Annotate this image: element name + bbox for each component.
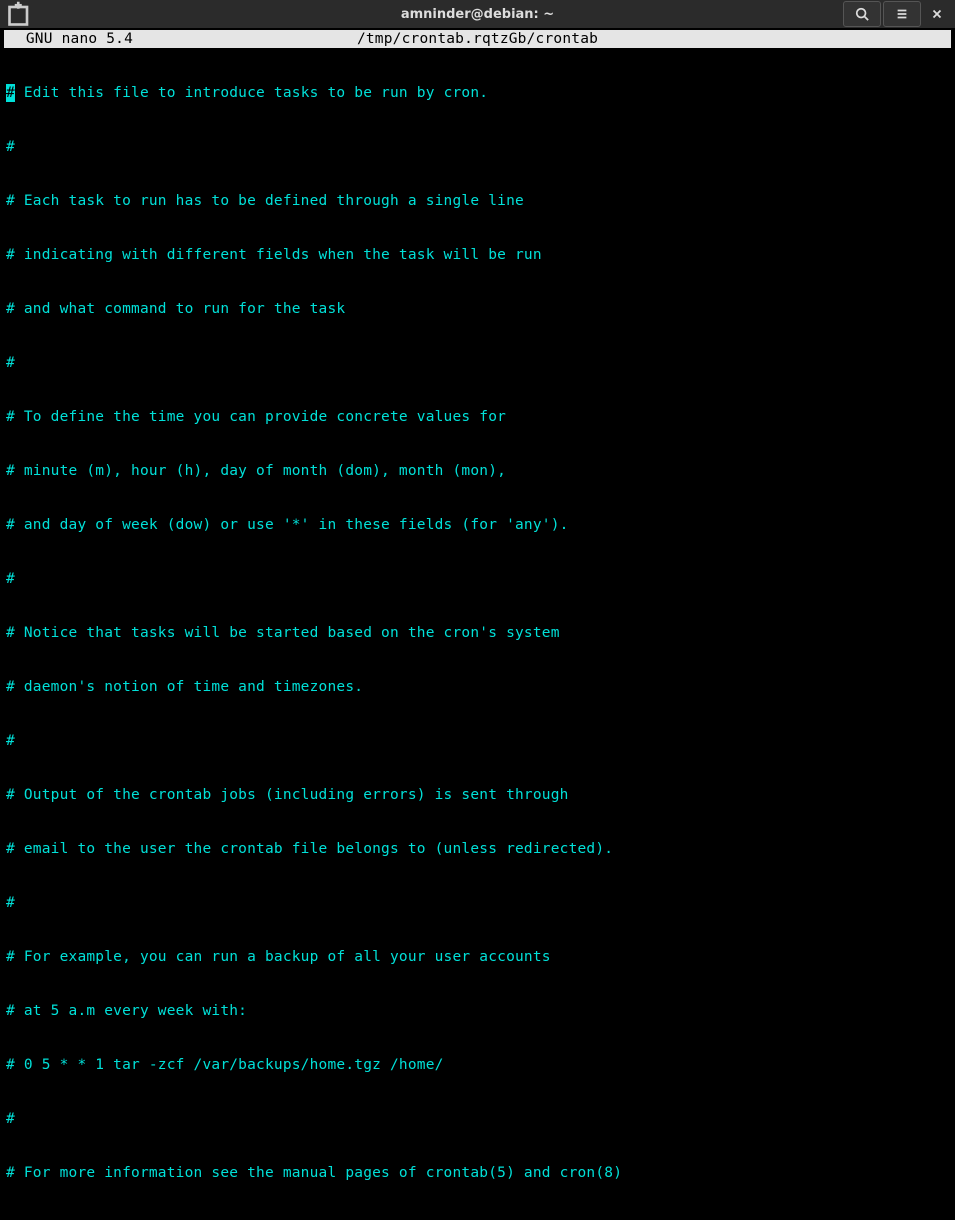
terminal-area[interactable]: GNU nano 5.4 /tmp/crontab.rqtzGb/crontab… bbox=[0, 30, 955, 1220]
editor-line: # To define the time you can provide con… bbox=[6, 408, 953, 426]
editor-line: # bbox=[6, 1110, 953, 1128]
hamburger-icon bbox=[895, 7, 909, 21]
editor-line: # Each task to run has to be defined thr… bbox=[6, 192, 953, 210]
editor-content[interactable]: # Edit this file to introduce tasks to b… bbox=[2, 48, 953, 1220]
editor-line: # bbox=[6, 138, 953, 156]
close-button[interactable] bbox=[923, 1, 951, 27]
editor-line: # at 5 a.m every week with: bbox=[6, 1002, 953, 1020]
window-titlebar: amninder@debian: ~ bbox=[0, 0, 955, 28]
editor-line: # indicating with different fields when … bbox=[6, 246, 953, 264]
editor-line: # daemon's notion of time and timezones. bbox=[6, 678, 953, 696]
editor-line: # For more information see the manual pa… bbox=[6, 1164, 953, 1182]
text-cursor: # bbox=[6, 84, 15, 102]
editor-line: # bbox=[6, 354, 953, 372]
editor-line: # and what command to run for the task bbox=[6, 300, 953, 318]
search-icon bbox=[855, 7, 869, 21]
editor-line: # For example, you can run a backup of a… bbox=[6, 948, 953, 966]
editor-line: # minute (m), hour (h), day of month (do… bbox=[6, 462, 953, 480]
editor-line: # bbox=[6, 894, 953, 912]
window-title: amninder@debian: ~ bbox=[401, 7, 554, 22]
nano-version: GNU nano 5.4 bbox=[8, 30, 133, 48]
nano-filename: /tmp/crontab.rqtzGb/crontab bbox=[357, 30, 598, 48]
editor-line: # email to the user the crontab file bel… bbox=[6, 840, 953, 858]
editor-line: # bbox=[6, 732, 953, 750]
editor-line: # bbox=[6, 570, 953, 588]
menu-button[interactable] bbox=[883, 1, 921, 27]
new-tab-icon[interactable] bbox=[6, 0, 34, 28]
close-icon bbox=[930, 7, 944, 21]
search-button[interactable] bbox=[843, 1, 881, 27]
editor-line: # Notice that tasks will be started base… bbox=[6, 624, 953, 642]
nano-status-bar: GNU nano 5.4 /tmp/crontab.rqtzGb/crontab bbox=[4, 30, 951, 48]
editor-line: # and day of week (dow) or use '*' in th… bbox=[6, 516, 953, 534]
editor-line: # 0 5 * * 1 tar -zcf /var/backups/home.t… bbox=[6, 1056, 953, 1074]
editor-line: # Edit this file to introduce tasks to b… bbox=[6, 84, 953, 102]
editor-line: # bbox=[6, 1218, 953, 1220]
editor-line: # Output of the crontab jobs (including … bbox=[6, 786, 953, 804]
